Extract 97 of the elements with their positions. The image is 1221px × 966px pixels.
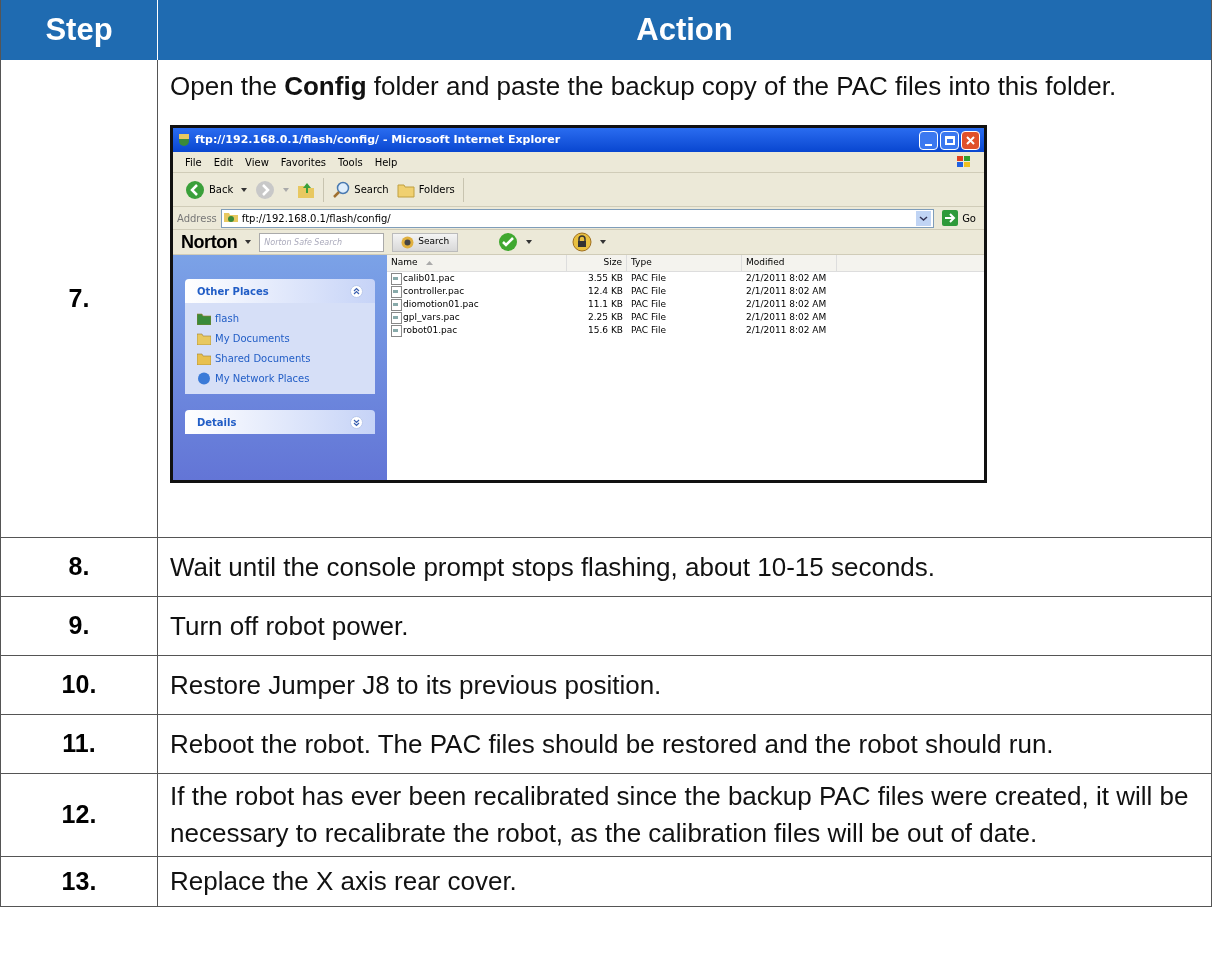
action-text: Open the Config folder and paste the backup copy of the PAC files into this folder. — [170, 70, 1118, 103]
panel-header[interactable]: Details — [185, 410, 375, 434]
folder-icon — [197, 352, 211, 365]
norton-search-button[interactable]: Search — [392, 232, 459, 252]
step-cell: 8. — [1, 538, 158, 596]
menu-item[interactable]: Favorites — [280, 154, 326, 170]
file-size: 3.55 KB — [587, 271, 624, 285]
menu-item[interactable]: File — [185, 154, 202, 170]
close-icon — [966, 135, 975, 145]
header-cell: Step — [1, 0, 158, 60]
caret-icon[interactable] — [241, 187, 248, 192]
folder-icon — [197, 332, 211, 345]
expand-icon[interactable] — [350, 415, 363, 429]
action-text: Turn off robot power. — [170, 609, 410, 643]
caret-icon[interactable] — [245, 240, 252, 244]
file-icon — [391, 298, 402, 311]
place-link[interactable]: My Network Places — [197, 371, 363, 386]
file-row[interactable]: diomotion01.pac 11.1 KB PAC File 2/1/2011 8:02 AM — [387, 298, 984, 311]
search-field[interactable]: Norton Safe Search — [259, 232, 385, 252]
globe-icon — [197, 372, 211, 385]
back-button[interactable]: Back — [185, 179, 234, 200]
action-text: Restore Jumper J8 to its previous position. — [170, 668, 663, 702]
file-modified: 2/1/2011 8:02 AM — [745, 284, 828, 298]
file-row[interactable]: gpl_vars.pac 2.25 KB PAC File 2/1/2011 8:02 AM — [387, 311, 984, 324]
caret-icon[interactable] — [600, 240, 607, 244]
column-header[interactable]: Type — [627, 255, 742, 271]
search-button[interactable]: Search — [332, 180, 389, 199]
header-cell-text: Action — [635, 10, 734, 49]
maximize-button[interactable] — [940, 130, 959, 150]
norton-search-icon — [401, 235, 415, 249]
menu-item[interactable]: Help — [374, 154, 398, 170]
app-icon — [177, 133, 191, 147]
place-link[interactable]: Shared Documents — [197, 351, 363, 366]
action-text: Reboot the robot. The PAC files should be restored and the robot should run. — [170, 727, 1055, 761]
panel-header[interactable]: Other Places — [185, 279, 375, 303]
menu-item[interactable]: Edit — [213, 154, 234, 170]
go-arrow-icon — [942, 210, 959, 226]
caret-icon[interactable] — [526, 240, 533, 244]
norton-menu-button[interactable]: Norton — [181, 228, 238, 256]
file-row[interactable]: controller.pac 12.4 KB PAC File 2/1/2011 8:02 AM — [387, 285, 984, 298]
close-button[interactable] — [961, 130, 980, 150]
step-cell: 11. — [1, 715, 158, 773]
search-icon — [332, 180, 351, 199]
action-text: Replace the X axis rear cover. — [170, 865, 518, 898]
network-folder-icon — [197, 312, 211, 325]
file-modified: 2/1/2011 8:02 AM — [745, 310, 828, 324]
file-modified: 2/1/2011 8:02 AM — [745, 271, 828, 285]
column-header[interactable]: Size — [567, 255, 627, 271]
file-type: PAC File — [630, 297, 668, 311]
menu-item[interactable]: View — [245, 154, 269, 170]
folders-button[interactable]: Folders — [396, 181, 455, 198]
file-type: PAC File — [630, 310, 668, 324]
file-size: 11.1 KB — [587, 297, 624, 311]
file-type: PAC File — [630, 271, 668, 285]
file-modified: 2/1/2011 8:02 AM — [745, 323, 828, 337]
folder-icon — [396, 181, 415, 198]
menu-item[interactable]: Tools — [338, 154, 363, 170]
file-name: calib01.pac — [403, 271, 455, 285]
file-modified: 2/1/2011 8:02 AM — [745, 297, 828, 311]
step-cell: 12. — [1, 774, 158, 856]
address-field[interactable]: ftp://192.168.0.1/flash/config/ — [220, 208, 935, 228]
dropdown-icon[interactable] — [916, 210, 932, 226]
file-icon — [391, 272, 402, 285]
file-size: 15.6 KB — [587, 323, 624, 337]
minimize-button[interactable] — [919, 130, 938, 150]
step-cell: 9. — [1, 597, 158, 655]
file-row[interactable]: robot01.pac 15.6 KB PAC File 2/1/2011 8:02 AM — [387, 324, 984, 337]
window-title: ftp://192.168.0.1/flash/config/ - Microsoft Internet Explorer — [195, 131, 561, 148]
address-label: Address — [177, 211, 217, 226]
file-icon — [391, 285, 402, 298]
file-name: diomotion01.pac — [403, 297, 479, 311]
file-icon — [391, 324, 402, 337]
file-name: robot01.pac — [403, 323, 458, 337]
action-text: Wait until the console prompt stops flashing, about 10-15 seconds. — [170, 550, 937, 584]
column-header[interactable]: Name — [387, 255, 567, 271]
step-cell: 13. — [1, 857, 158, 906]
step-cell: 7. — [1, 60, 158, 537]
go-button[interactable]: Go — [938, 210, 980, 226]
file-icon — [391, 311, 402, 324]
file-size: 12.4 KB — [587, 284, 624, 298]
file-type: PAC File — [630, 284, 668, 298]
file-name: gpl_vars.pac — [403, 310, 460, 324]
windows-logo-icon — [956, 155, 972, 169]
place-link[interactable]: flash — [197, 311, 363, 326]
network-folder-icon — [223, 211, 238, 225]
action-text: If the robot has ever been recalibrated since the backup PAC files were created, it will be necessary to recalibrate the robot, as the calibration files will be out of date. — [170, 780, 1190, 850]
checkmark-icon[interactable] — [498, 232, 519, 252]
file-name: controller.pac — [403, 284, 465, 298]
place-link[interactable]: My Documents — [197, 331, 363, 346]
file-row[interactable]: calib01.pac 3.55 KB PAC File 2/1/2011 8:02 AM — [387, 272, 984, 285]
file-type: PAC File — [630, 323, 668, 337]
file-size: 2.25 KB — [587, 310, 624, 324]
lock-icon[interactable] — [572, 232, 593, 252]
column-header[interactable]: Modified — [742, 255, 837, 271]
collapse-icon[interactable] — [350, 284, 363, 298]
step-cell: 10. — [1, 656, 158, 714]
sort-arrow-icon — [425, 261, 433, 265]
